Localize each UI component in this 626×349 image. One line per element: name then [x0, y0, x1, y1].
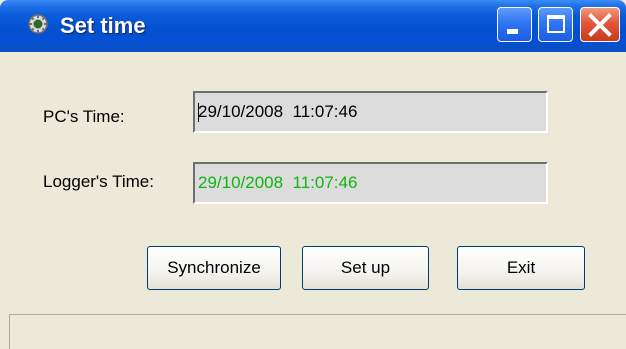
synchronize-button[interactable]: Synchronize	[147, 246, 281, 290]
set-time-window: Set time PC's Time: 29/10/2008 11:07:46 …	[0, 0, 626, 349]
pc-time-field[interactable]: 29/10/2008 11:07:46	[193, 91, 548, 133]
pc-time-label: PC's Time:	[43, 107, 125, 126]
window-title: Set time	[60, 13, 146, 38]
logger-time-field[interactable]: 29/10/2008 11:07:46	[193, 162, 548, 204]
minimize-icon	[507, 29, 518, 34]
close-button[interactable]	[580, 7, 620, 42]
minimize-button[interactable]	[497, 7, 532, 42]
set-up-button[interactable]: Set up	[302, 246, 429, 290]
logger-time-label: Logger's Time:	[43, 172, 154, 191]
status-bar	[9, 314, 626, 349]
title-bar[interactable]: Set time	[0, 0, 626, 52]
maximize-icon	[547, 15, 565, 33]
maximize-button[interactable]	[538, 7, 573, 42]
pc-time-value: 29/10/2008 11:07:46	[198, 102, 358, 121]
gear-globe-icon	[28, 14, 48, 34]
logger-time-value: 29/10/2008 11:07:46	[198, 173, 358, 192]
exit-button[interactable]: Exit	[457, 246, 585, 290]
close-icon	[588, 13, 612, 37]
